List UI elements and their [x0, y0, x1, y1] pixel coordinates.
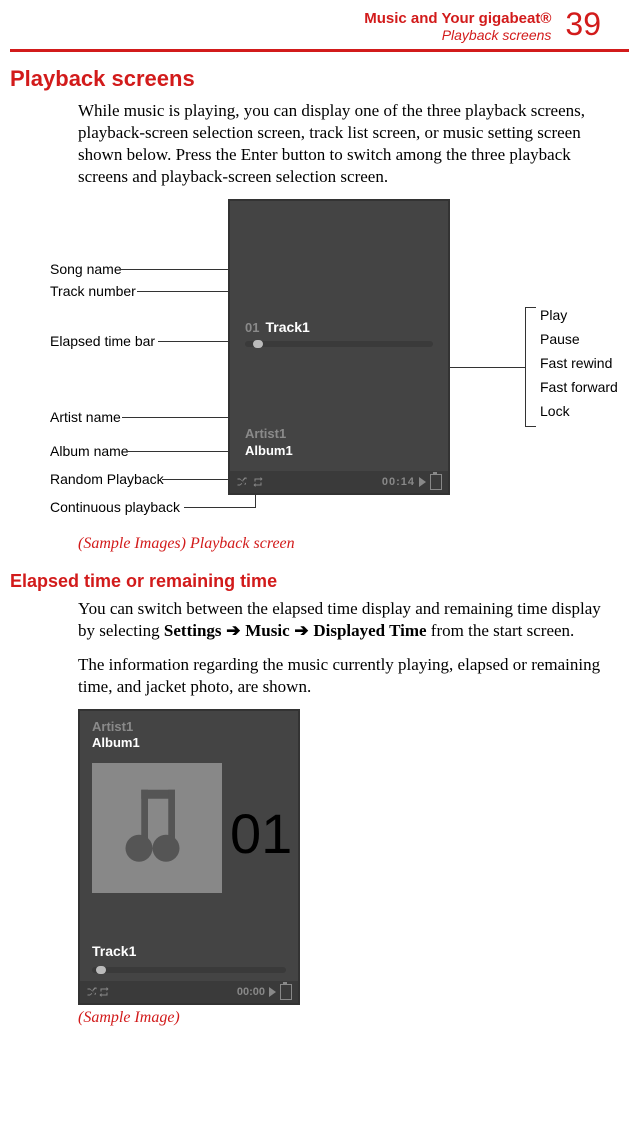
screen2-track-name: Track1: [92, 943, 136, 959]
play-icon: [419, 477, 426, 487]
screen1-album: Album1: [245, 443, 293, 458]
label-continuous: Continuous playback: [50, 499, 180, 515]
paragraph-info-shown: The information regarding the music curr…: [10, 654, 629, 698]
battery-icon: [430, 474, 442, 490]
play-icon: [269, 987, 276, 997]
menu-path-settings: Settings: [164, 621, 222, 640]
label-album-name: Album name: [50, 443, 129, 459]
menu-path-music: Music: [245, 621, 289, 640]
label-random: Random Playback: [50, 471, 164, 487]
label-lock: Lock: [540, 403, 570, 419]
label-track-number: Track number: [50, 283, 136, 299]
screen1-status-bar: 00:14: [230, 471, 448, 493]
arrow-icon: ➔: [290, 621, 314, 640]
heading-playback-screens: Playback screens: [10, 66, 629, 92]
label-elapsed-bar: Elapsed time bar: [50, 333, 155, 349]
figure2-caption: (Sample Image): [10, 1009, 629, 1027]
menu-path-displayed-time: Displayed Time: [313, 621, 426, 640]
header-titles: Music and Your gigabeat® Playback screen…: [364, 10, 551, 43]
figure-playback-annotated: Song name Track number Elapsed time bar …: [20, 199, 630, 529]
paragraph-settings-path: You can switch between the elapsed time …: [10, 598, 629, 642]
screen2-progress-knob: [96, 966, 106, 974]
screen2-progress-bar: [92, 967, 286, 973]
arrow-icon: ➔: [222, 621, 246, 640]
screen2-big-track-number: 01: [230, 801, 292, 866]
battery-icon: [280, 984, 292, 1000]
screen1-artist: Artist1: [245, 426, 286, 441]
label-fast-forward: Fast forward: [540, 379, 618, 395]
manual-page: Music and Your gigabeat® Playback screen…: [0, 0, 639, 1134]
label-artist-name: Artist name: [50, 409, 121, 425]
screen1-track-number: 01: [245, 320, 259, 335]
screen2-album: Album1: [92, 735, 140, 750]
page-number: 39: [565, 8, 601, 40]
screen2-status-bar: 00:00: [80, 981, 298, 1003]
device-screenshot-2: Artist1 Album1 01 Track1 00:00: [78, 709, 300, 1005]
section-title: Playback screens: [364, 27, 551, 43]
page-header: Music and Your gigabeat® Playback screen…: [10, 10, 629, 43]
shuffle-icon: [86, 986, 98, 998]
device-screenshot-1: 01 Track1 Artist1 Album1 00:14: [228, 199, 450, 495]
chapter-title: Music and Your gigabeat®: [364, 10, 551, 27]
label-play: Play: [540, 307, 567, 323]
header-divider: [10, 49, 629, 52]
label-fast-rewind: Fast rewind: [540, 355, 612, 371]
music-note-icon: [117, 783, 197, 873]
heading-elapsed-remaining: Elapsed time or remaining time: [10, 571, 629, 592]
repeat-icon: [98, 986, 110, 998]
screen1-time: 00:14: [382, 476, 415, 488]
screen2-artist: Artist1: [92, 719, 133, 734]
paragraph-intro: While music is playing, you can display …: [10, 100, 629, 187]
screen1-track-name: Track1: [265, 319, 309, 335]
para2-post: from the start screen.: [427, 621, 575, 640]
figure1-caption: (Sample Images) Playback screen: [10, 535, 629, 553]
screen1-progress-bar: [245, 341, 433, 347]
screen1-progress-knob: [253, 340, 263, 348]
label-pause: Pause: [540, 331, 580, 347]
screen2-jacket-art: [92, 763, 222, 893]
screen2-time: 00:00: [237, 986, 265, 998]
repeat-icon: [252, 476, 264, 488]
shuffle-icon: [236, 476, 248, 488]
label-song-name: Song name: [50, 261, 122, 277]
